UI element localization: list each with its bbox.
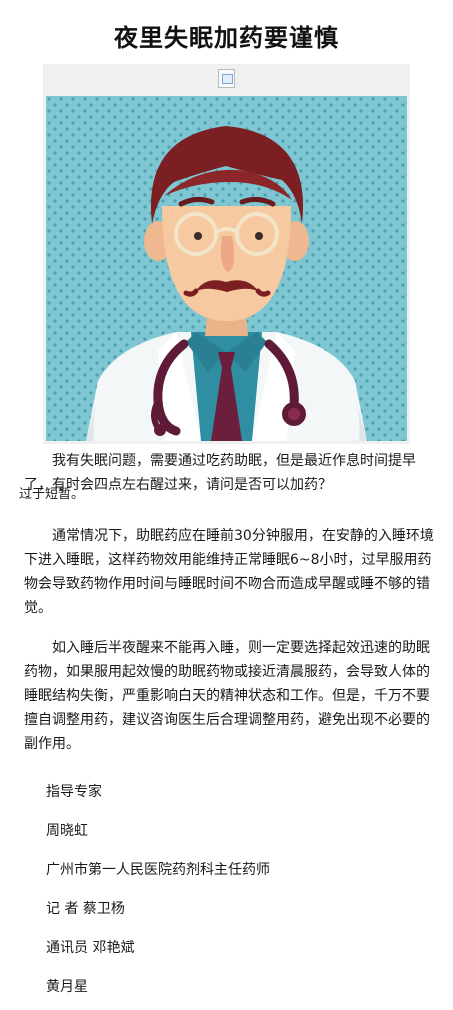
article-figure [43, 64, 410, 444]
answer-paragraph-1: 通常情况下，助眠药应在睡前30分钟服用，在安静的入睡环境下进入睡眠，这样药物效用… [24, 528, 434, 616]
question-overflow-text: 过于短暂。 [19, 487, 85, 502]
broken-image-icon [218, 69, 235, 88]
credit-line-5: 通讯员 邓艳斌 [46, 940, 135, 956]
credit-line-6: 黄月星 [46, 979, 88, 995]
credit-line-1: 指导专家 [46, 784, 102, 800]
answer-paragraph-2: 如入睡后半夜醒来不能再入睡，则一定要选择起效迅速的助眠药物，如果服用起效慢的助眠… [24, 640, 430, 752]
credit-line-2: 周晓虹 [46, 823, 88, 839]
credit-line-3: 广州市第一人民医院药剂科主任药师 [46, 862, 270, 878]
credit-line-4: 记 者 蔡卫杨 [46, 901, 125, 917]
question-paragraph: 我有失眠问题，需要通过吃药助眠，但是最近作息时间提早了，有时会四点左右醒过来，请… [24, 453, 416, 493]
doctor-illustration [46, 96, 407, 441]
page-title: 夜里失眠加药要谨慎 [114, 24, 339, 52]
